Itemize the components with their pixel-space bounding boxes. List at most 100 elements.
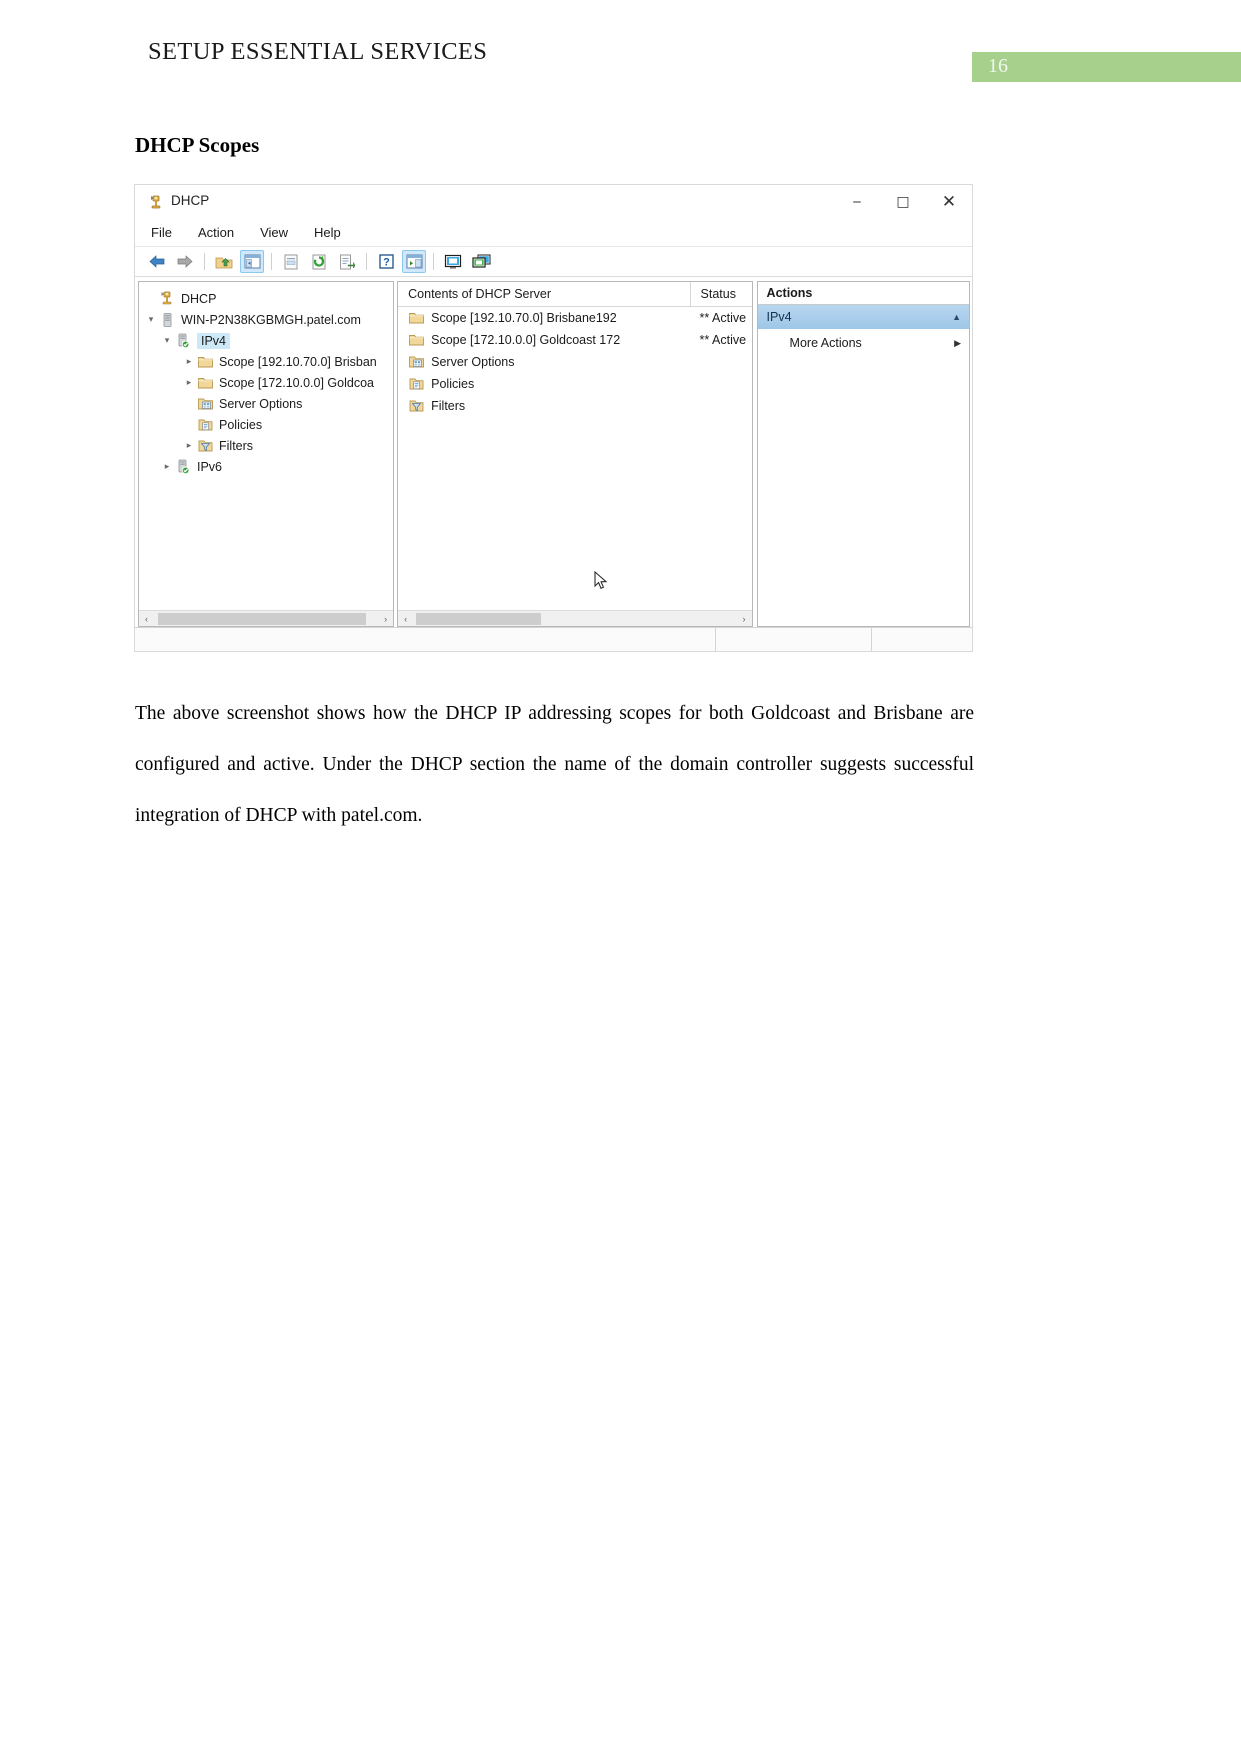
tree-node-filters[interactable]: ▸ Filters — [139, 435, 393, 456]
column-header-contents[interactable]: Contents of DHCP Server — [398, 287, 689, 301]
back-arrow-icon[interactable] — [145, 250, 169, 273]
list-horizontal-scrollbar[interactable]: ‹ › — [398, 610, 752, 626]
tree-node-dhcp[interactable]: DHCP — [139, 288, 393, 309]
tree-node-scope-goldcoast[interactable]: ▸ Scope [172.10.0.0] Goldcoa — [139, 372, 393, 393]
list-item[interactable]: Filters — [398, 395, 751, 417]
toolbar-separator — [433, 253, 434, 270]
window-status-bar — [135, 627, 972, 651]
page-title: SETUP ESSENTIAL SERVICES — [148, 38, 488, 65]
actions-pane-header: Actions — [757, 282, 969, 305]
status-segment-right — [872, 628, 972, 651]
tree-label: Scope [192.10.70.0] Brisban — [219, 354, 377, 369]
more-actions-label: More Actions — [789, 336, 862, 350]
window-title: DHCP — [171, 193, 210, 208]
list-item[interactable]: Server Options — [398, 351, 751, 373]
toolbar-separator — [271, 253, 272, 270]
forward-arrow-icon[interactable] — [173, 250, 197, 273]
column-header-status[interactable]: Status — [689, 282, 752, 306]
window-controls: ‒ □ ✕ — [834, 185, 972, 219]
chevron-right-icon[interactable]: ▸ — [181, 440, 197, 451]
tree-label: Filters — [219, 438, 254, 453]
tree-label: IPv4 — [197, 332, 231, 349]
toolbar-separator — [366, 253, 367, 270]
tree-label: Server Options — [219, 396, 303, 411]
document-header: SETUP ESSENTIAL SERVICES 16 — [0, 0, 1241, 110]
new-window-icon[interactable] — [441, 250, 465, 273]
chevron-up-icon[interactable]: ▲ — [952, 312, 961, 322]
scroll-track[interactable] — [413, 611, 737, 626]
list-item[interactable]: Scope [172.10.0.0] Goldcoast 172 ** Acti… — [398, 329, 751, 351]
toolbar-separator — [204, 253, 205, 270]
panes-container: DHCP ▾ WIN-P2N38KGBMGH.patel.com ▾ IPv4 … — [135, 277, 972, 627]
tree-node-scope-brisbane[interactable]: ▸ Scope [192.10.70.0] Brisban — [139, 351, 393, 372]
new-window-from-here-icon[interactable] — [469, 250, 493, 273]
chevron-right-icon[interactable]: ▸ — [181, 377, 197, 388]
refresh-icon[interactable] — [307, 250, 331, 273]
minimize-button[interactable]: ‒ — [834, 185, 880, 219]
tree-node-server-options[interactable]: Server Options — [139, 393, 393, 414]
chevron-down-icon[interactable]: ▾ — [159, 335, 175, 346]
tree-node-server[interactable]: ▾ WIN-P2N38KGBMGH.patel.com — [139, 309, 393, 330]
scroll-track[interactable] — [154, 611, 379, 626]
tree-label: WIN-P2N38KGBMGH.patel.com — [181, 312, 361, 327]
list-item-name: Policies — [431, 377, 475, 391]
scope-folder-icon — [408, 310, 425, 326]
chevron-down-icon[interactable]: ▾ — [143, 314, 159, 325]
scroll-thumb[interactable] — [158, 612, 366, 625]
tree-label: DHCP — [181, 291, 217, 306]
status-segment-mid — [716, 628, 872, 651]
show-hide-console-tree-icon[interactable] — [240, 250, 264, 273]
menu-action[interactable]: Action — [196, 223, 236, 242]
scope-folder-icon — [408, 332, 425, 348]
body-paragraph: The above screenshot shows how the DHCP … — [135, 703, 974, 826]
chevron-right-icon[interactable]: ▸ — [159, 461, 175, 472]
properties-icon[interactable] — [279, 250, 303, 273]
policies-icon — [408, 376, 425, 392]
tree-node-ipv4[interactable]: ▾ IPv4 — [139, 330, 393, 351]
console-tree-pane: DHCP ▾ WIN-P2N38KGBMGH.patel.com ▾ IPv4 … — [138, 281, 395, 627]
chevron-right-icon[interactable]: ▸ — [181, 356, 197, 367]
details-list-pane: Contents of DHCP Server Status Scope [19… — [397, 281, 753, 627]
menu-file[interactable]: File — [149, 223, 174, 242]
export-list-icon[interactable] — [335, 250, 359, 273]
chevron-right-icon[interactable]: ▶ — [954, 338, 961, 349]
console-tree: DHCP ▾ WIN-P2N38KGBMGH.patel.com ▾ IPv4 … — [139, 282, 393, 477]
ipv4-ok-icon — [175, 333, 192, 349]
status-segment-main — [135, 628, 716, 651]
maximize-button[interactable]: □ — [880, 185, 926, 219]
menu-help[interactable]: Help — [312, 223, 343, 242]
scroll-right-arrow-icon[interactable]: › — [737, 614, 752, 624]
list-item[interactable]: Policies — [398, 373, 751, 395]
scroll-thumb[interactable] — [416, 612, 542, 625]
section-heading: DHCP Scopes — [135, 133, 260, 157]
actions-pane: Actions IPv4 ▲ More Actions ▶ — [756, 281, 970, 627]
page-number-badge: 16 — [972, 52, 1241, 82]
toolbar: ? — [135, 247, 972, 277]
server-icon — [159, 312, 176, 328]
show-hide-action-pane-icon[interactable] — [402, 250, 426, 273]
scope-folder-icon — [197, 354, 214, 370]
menu-view[interactable]: View — [258, 223, 290, 242]
list-header-row: Contents of DHCP Server Status — [398, 282, 752, 307]
scroll-left-arrow-icon[interactable]: ‹ — [398, 614, 413, 624]
list-item-name: Server Options — [431, 355, 515, 369]
filters-icon — [197, 438, 214, 454]
list-item-name: Scope [192.10.70.0] Brisbane192 — [431, 311, 617, 325]
up-one-level-icon[interactable] — [212, 250, 236, 273]
list-item[interactable]: Scope [192.10.70.0] Brisbane192 ** Activ… — [398, 307, 751, 329]
scroll-left-arrow-icon[interactable]: ‹ — [139, 614, 154, 624]
policies-icon — [197, 417, 214, 433]
list-item-status: ** Active — [699, 333, 747, 347]
tree-label: Policies — [219, 417, 263, 432]
more-actions-item[interactable]: More Actions ▶ — [758, 329, 969, 357]
list-item-name: Scope [172.10.0.0] Goldcoast 172 — [431, 333, 621, 347]
ipv6-ok-icon — [175, 459, 192, 475]
close-button[interactable]: ✕ — [926, 185, 972, 219]
tree-node-ipv6[interactable]: ▸ IPv6 — [139, 456, 393, 477]
tree-node-policies[interactable]: Policies — [139, 414, 393, 435]
scroll-right-arrow-icon[interactable]: › — [378, 614, 393, 624]
actions-selected-item-ipv4[interactable]: IPv4 ▲ — [757, 305, 969, 329]
tree-horizontal-scrollbar[interactable]: ‹ › — [139, 610, 394, 626]
help-icon[interactable]: ? — [374, 250, 398, 273]
dhcp-root-icon — [159, 291, 176, 307]
